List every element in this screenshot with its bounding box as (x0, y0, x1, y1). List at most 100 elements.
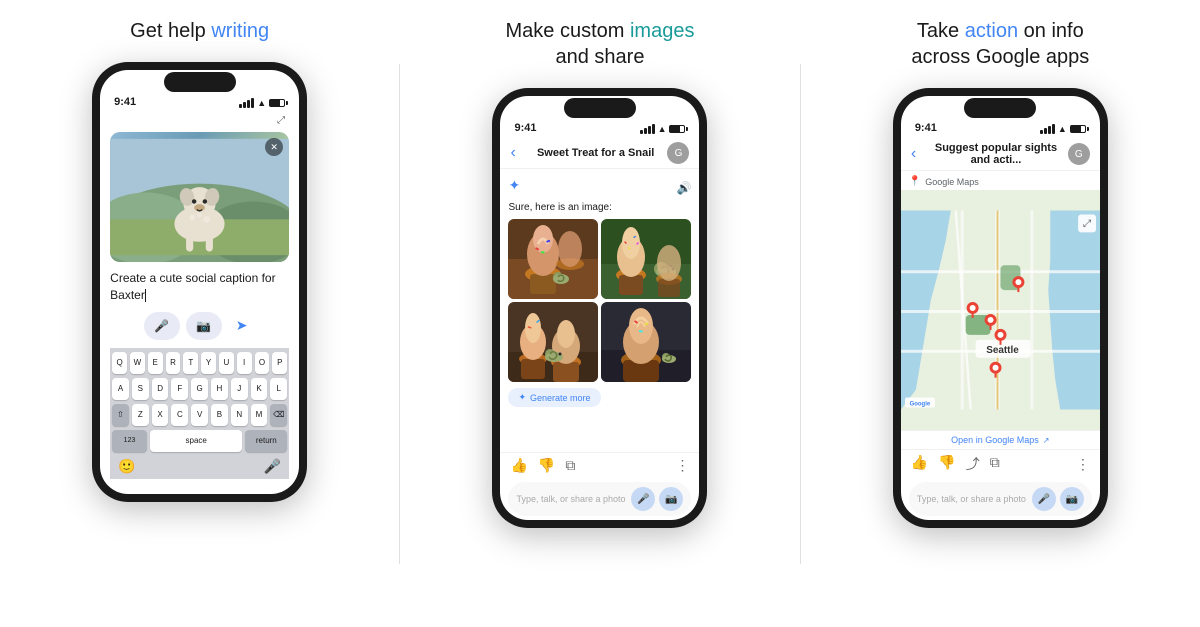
sound-icon-2[interactable]: 🔊 (677, 181, 692, 195)
thumbs-down-2[interactable]: 👎 (538, 457, 555, 474)
panel-writing: Get help writing 9:41 ▲ (0, 0, 399, 627)
nav-avatar-3[interactable]: G (1068, 143, 1090, 165)
thumbs-up-2[interactable]: 👍 (510, 457, 527, 474)
send-button[interactable]: ➤ (228, 312, 256, 340)
phone1-content: ⤢ (100, 112, 299, 494)
key-t[interactable]: T (183, 352, 198, 374)
input-cam-2[interactable]: 📷 (659, 487, 683, 511)
key-x[interactable]: X (152, 404, 169, 426)
key-h[interactable]: H (211, 378, 228, 400)
caption-text: Create a cute social caption for Baxter (110, 271, 275, 302)
key-shift[interactable]: ⇧ (112, 404, 129, 426)
open-maps-label: Open in Google Maps (951, 435, 1039, 445)
dynamic-island-3 (964, 98, 1036, 118)
key-d[interactable]: D (152, 378, 169, 400)
key-g[interactable]: G (191, 378, 208, 400)
key-k[interactable]: K (251, 378, 268, 400)
generate-more-button[interactable]: ✦ Generate more (508, 388, 600, 407)
title-text-2a: Make custom (506, 20, 630, 42)
key-r[interactable]: R (166, 352, 181, 374)
input-placeholder-3: Type, talk, or share a photo (917, 494, 1028, 504)
input-mic-2[interactable]: 🎤 (631, 487, 655, 511)
copy-2[interactable]: ⧉ (565, 457, 575, 474)
title-text-1: Get help (130, 20, 211, 42)
input-bar-3[interactable]: Type, talk, or share a photo 🎤 📷 (909, 482, 1092, 516)
phone-images: 9:41 ▲ ‹ Sweet Treat for a Snail G (492, 88, 707, 528)
key-j[interactable]: J (231, 378, 248, 400)
more-btn-2[interactable]: ⋮ (675, 457, 689, 474)
input-mic-3[interactable]: 🎤 (1032, 487, 1056, 511)
key-w[interactable]: W (130, 352, 145, 374)
share-3[interactable]: ⤴ (966, 454, 980, 474)
mic-button[interactable]: 🎤 (144, 312, 180, 340)
status-icons-3: ▲ (1040, 124, 1086, 134)
key-return[interactable]: return (245, 430, 287, 452)
wifi-2: ▲ (658, 124, 667, 134)
camera-button[interactable]: 📷 (186, 312, 222, 340)
phone3-nav: ‹ Suggest popular sights and acti... G (901, 138, 1100, 171)
cupcake-image-3 (508, 302, 598, 382)
external-link-icon: ↗ (1043, 436, 1050, 445)
key-e[interactable]: E (148, 352, 163, 374)
key-space[interactable]: space (150, 430, 243, 452)
key-q[interactable]: Q (112, 352, 127, 374)
key-n[interactable]: N (231, 404, 248, 426)
open-maps-button[interactable]: Open in Google Maps ↗ (901, 430, 1100, 449)
thumbs-down-3[interactable]: 👎 (938, 454, 955, 474)
key-f[interactable]: F (171, 378, 188, 400)
key-row-1: Q W E R T Y U I O P (112, 352, 287, 374)
key-l[interactable]: L (270, 378, 287, 400)
cupcake-image-2 (601, 219, 691, 299)
key-u[interactable]: U (219, 352, 234, 374)
caption-input: Create a cute social caption for Baxter (110, 270, 289, 304)
input-placeholder-2: Type, talk, or share a photo (516, 494, 627, 504)
key-a[interactable]: A (112, 378, 129, 400)
input-bar-2[interactable]: Type, talk, or share a photo 🎤 📷 (508, 482, 691, 516)
key-i[interactable]: I (237, 352, 252, 374)
gemini-sparkle-2: ✦ (508, 177, 520, 194)
signal-3 (1040, 124, 1055, 134)
map-view[interactable]: Seattle (901, 190, 1100, 430)
bar2 (644, 128, 647, 134)
thumbs-up-3[interactable]: 👍 (911, 454, 928, 474)
key-p[interactable]: P (272, 352, 287, 374)
key-b[interactable]: B (211, 404, 228, 426)
bar3 (648, 126, 651, 134)
key-z[interactable]: Z (132, 404, 149, 426)
dog-image-container: ✕ (110, 132, 289, 262)
title-highlight-2: images (630, 20, 694, 42)
dog-image-svg (110, 132, 289, 262)
emoji-icon[interactable]: 🙂 (118, 458, 135, 475)
bar1 (1040, 130, 1043, 134)
bar4 (251, 98, 254, 108)
key-row-3: ⇧ Z X C V B N M ⌫ (112, 404, 287, 426)
key-delete[interactable]: ⌫ (270, 404, 287, 426)
maps-content: 📍 Google Maps (901, 173, 1100, 520)
key-123[interactable]: 123 (112, 430, 147, 452)
gemini-header: ⤢ (110, 112, 289, 128)
more-btn-3[interactable]: ⋮ (1076, 456, 1090, 473)
maps-logo-icon: 📍 (909, 176, 921, 187)
keyboard-mic-icon[interactable]: 🎤 (264, 458, 281, 475)
key-o[interactable]: O (255, 352, 270, 374)
key-s[interactable]: S (132, 378, 149, 400)
input-cam-3[interactable]: 📷 (1060, 487, 1084, 511)
bar4 (1052, 124, 1055, 134)
input-actions: 🎤 📷 ➤ (110, 312, 289, 340)
expand-icon[interactable]: ⤢ (273, 112, 289, 128)
nav-avatar-2[interactable]: G (667, 142, 689, 164)
signal-1 (239, 98, 254, 108)
title-highlight-1: writing (211, 20, 269, 42)
panel-maps: Take action on info across Google apps 9… (801, 0, 1200, 627)
time-3: 9:41 (915, 122, 937, 134)
key-m[interactable]: M (251, 404, 268, 426)
copy-3[interactable]: ⧉ (990, 454, 1000, 474)
key-c[interactable]: C (171, 404, 188, 426)
back-button-2[interactable]: ‹ (510, 144, 515, 162)
signal-2 (640, 124, 655, 134)
title-highlight-3: action (965, 20, 1018, 42)
key-v[interactable]: V (191, 404, 208, 426)
key-y[interactable]: Y (201, 352, 216, 374)
back-button-3[interactable]: ‹ (911, 145, 916, 163)
action-bar-2: 👍 👎 ⧉ ⋮ (500, 452, 699, 478)
